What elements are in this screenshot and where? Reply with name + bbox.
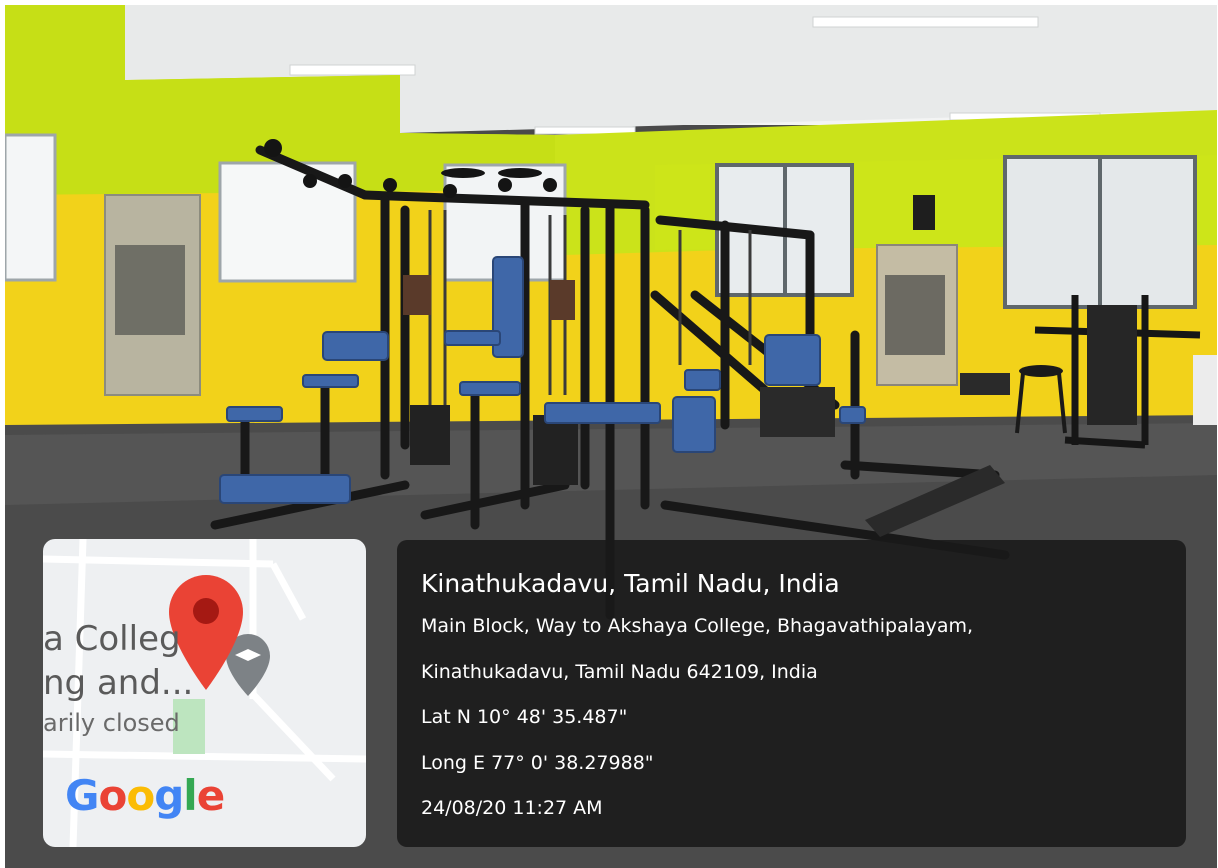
longitude: Long E 77° 0' 38.27988" — [421, 751, 654, 774]
geotag-info-card: Kinathukadavu, Tamil Nadu, India Main Bl… — [397, 540, 1186, 847]
map-thumbnail[interactable]: a Colleg ng and... arily closed Google — [43, 539, 366, 847]
address-line-2: Kinathukadavu, Tamil Nadu 642109, India — [421, 660, 818, 683]
gym-photo: a Colleg ng and... arily closed Google K… — [5, 5, 1217, 868]
latitude: Lat N 10° 48' 35.487" — [421, 706, 628, 728]
address-line-1: Main Block, Way to Akshaya College, Bhag… — [421, 615, 974, 637]
map-label-line3: arily closed — [43, 709, 180, 737]
timestamp: 24/08/20 11:27 AM — [421, 797, 603, 819]
map-label-line2: ng and... — [43, 663, 194, 703]
google-logo: Google — [65, 771, 225, 820]
location-title: Kinathukadavu, Tamil Nadu, India — [421, 569, 840, 598]
map-label-line1: a Colleg — [43, 619, 181, 659]
